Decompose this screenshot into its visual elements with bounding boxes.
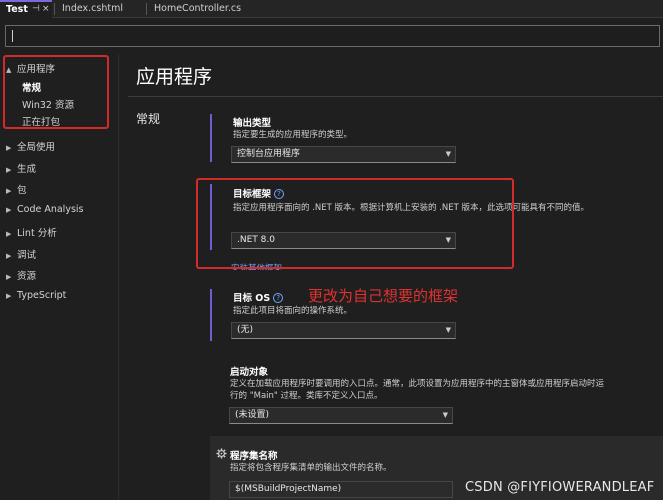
output-type-dropdown[interactable]: 控制台应用程序 ▼ — [231, 146, 456, 163]
sidebar-item-label: 资源 — [17, 271, 37, 282]
chevron-down-icon: ▼ — [445, 326, 451, 334]
startup-object-title: 启动对象 — [230, 367, 269, 378]
assembly-name-description: 指定将包含程序集清单的输出文件的名称。 — [230, 463, 392, 473]
section-title: 常规 — [136, 112, 161, 126]
tab-separator — [54, 3, 55, 15]
sidebar-divider — [118, 54, 119, 500]
help-icon[interactable]: ? — [273, 293, 284, 303]
search-input[interactable] — [5, 25, 660, 47]
sidebar-item-typescript[interactable]: ▶ TypeScript — [6, 290, 66, 301]
sidebar-item-label: 全局使用 — [17, 142, 56, 153]
sidebar-item-global-usings[interactable]: ▶ 全局使用 — [6, 139, 55, 153]
target-os-title: 目标 OS? — [233, 290, 284, 304]
gear-icon[interactable] — [216, 448, 227, 459]
text-caret — [12, 30, 13, 42]
close-icon[interactable]: × — [42, 2, 50, 17]
target-os-description: 指定此项目将面向的操作系统。 — [233, 306, 353, 316]
sidebar-item-label: Lint 分析 — [17, 228, 57, 239]
tab-homecontroller[interactable]: HomeController.cs — [148, 0, 268, 18]
sidebar-item-label: 包 — [17, 185, 27, 196]
collapsed-triangle-icon: ▶ — [6, 230, 12, 238]
startup-object-dropdown[interactable]: (未设置) ▼ — [229, 407, 453, 424]
target-os-dropdown[interactable]: (无) ▼ — [231, 322, 456, 339]
target-os-label: 目标 OS — [233, 293, 271, 304]
tab-strip: Test ⊣ × Index.cshtml HomeController.cs — [0, 0, 663, 18]
sidebar-item-label: Code Analysis — [17, 204, 84, 215]
collapsed-triangle-icon: ▶ — [6, 292, 12, 300]
collapsed-triangle-icon: ▶ — [6, 252, 12, 260]
chevron-down-icon: ▼ — [445, 150, 451, 158]
dropdown-value: (无) — [237, 325, 254, 335]
sidebar-item-label: 调试 — [17, 250, 37, 261]
annotation-text: 更改为自己想要的框架 — [308, 287, 459, 305]
annotation-red-box-sidebar — [3, 55, 109, 129]
sidebar-item-code-analysis[interactable]: ▶ Code Analysis — [6, 204, 83, 215]
pin-icon[interactable]: ⊣ — [32, 2, 40, 17]
accent-bar — [210, 114, 212, 162]
sidebar-item-debug[interactable]: ▶ 调试 — [6, 247, 36, 261]
output-type-description: 指定要生成的应用程序的类型。 — [233, 130, 353, 140]
tab-label: HomeController.cs — [154, 3, 242, 14]
page-title: 应用程序 — [136, 66, 213, 88]
collapsed-triangle-icon: ▶ — [6, 206, 12, 214]
sidebar-item-build[interactable]: ▶ 生成 — [6, 161, 36, 175]
tab-label: Index.cshtml — [62, 3, 123, 14]
collapsed-triangle-icon: ▶ — [6, 187, 12, 195]
collapsed-triangle-icon: ▶ — [6, 166, 12, 174]
watermark-text: CSDN @FIYFIOWERANDLEAF — [465, 480, 655, 495]
sidebar-item-lint[interactable]: ▶ Lint 分析 — [6, 225, 57, 239]
input-value: $(MSBuildProjectName) — [235, 484, 342, 494]
collapsed-triangle-icon: ▶ — [6, 144, 12, 152]
tab-index-cshtml[interactable]: Index.cshtml — [56, 0, 144, 18]
tab-test-label: Test — [6, 4, 28, 15]
sidebar-item-resources[interactable]: ▶ 资源 — [6, 268, 36, 282]
dropdown-value: 控制台应用程序 — [237, 149, 301, 159]
tab-test[interactable]: Test ⊣ × — [0, 0, 52, 18]
accent-bar — [210, 289, 212, 341]
output-type-title: 输出类型 — [233, 118, 272, 129]
assembly-name-title: 程序集名称 — [230, 451, 278, 462]
tab-separator — [146, 3, 147, 15]
sidebar-item-label: 生成 — [17, 164, 37, 175]
sidebar-item-package[interactable]: ▶ 包 — [6, 182, 27, 196]
chevron-down-icon: ▼ — [442, 411, 448, 419]
startup-object-description: 定义在加载应用程序时要调用的入口点。通常，此项设置为应用程序中的主窗体或应用程序… — [230, 379, 605, 401]
collapsed-triangle-icon: ▶ — [6, 273, 12, 281]
title-divider — [128, 96, 663, 97]
sidebar-item-label: TypeScript — [17, 290, 67, 301]
assembly-name-input[interactable]: $(MSBuildProjectName) — [229, 481, 453, 498]
annotation-red-box-framework — [196, 178, 514, 269]
dropdown-value: (未设置) — [235, 410, 270, 420]
